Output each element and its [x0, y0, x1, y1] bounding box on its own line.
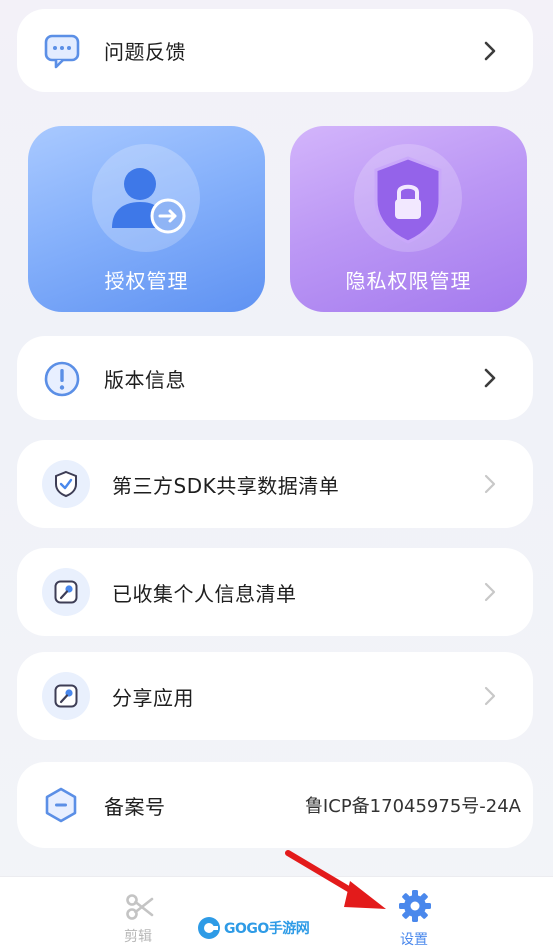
chevron-right-icon	[484, 474, 496, 494]
shield-check-icon	[42, 460, 90, 508]
user-transfer-icon	[106, 156, 196, 246]
bottom-tab-bar: 剪辑 GOGO手游网 设置	[0, 850, 553, 950]
icp-row: 备案号 鲁ICP备17045975号-24A	[17, 762, 533, 848]
authorization-card[interactable]: 授权管理	[28, 126, 265, 312]
scissors-icon	[126, 894, 154, 920]
gear-icon	[399, 890, 431, 922]
personal-info-row[interactable]: 已收集个人信息清单	[17, 548, 533, 636]
gogo-logo-icon	[198, 917, 220, 939]
icp-value: 鲁ICP备17045975号-24A	[304, 796, 521, 817]
chevron-right-icon	[484, 582, 496, 602]
feedback-row[interactable]: 问题反馈	[17, 9, 533, 92]
watermark-text: GOGO手游网	[224, 921, 310, 937]
share-app-label: 分享应用	[112, 685, 194, 710]
chevron-right-icon	[484, 368, 496, 388]
tab-settings-label: 设置	[400, 932, 428, 948]
version-row[interactable]: 版本信息	[17, 336, 533, 420]
share-app-row[interactable]: 分享应用	[17, 652, 533, 740]
privacy-label: 隐私权限管理	[345, 269, 472, 293]
personal-info-label: 已收集个人信息清单	[112, 581, 297, 606]
chevron-right-icon	[484, 41, 496, 60]
sdk-list-label: 第三方SDK共享数据清单	[112, 473, 340, 498]
tab-edit[interactable]: 剪辑	[110, 883, 170, 947]
red-arrow-annotation	[285, 850, 386, 909]
version-label: 版本信息	[104, 367, 186, 392]
hexagon-minus-icon	[42, 786, 80, 824]
privacy-card[interactable]: 隐私权限管理	[290, 126, 527, 312]
authorization-label: 授权管理	[104, 269, 189, 293]
sdk-list-row[interactable]: 第三方SDK共享数据清单	[17, 440, 533, 528]
key-icon	[42, 568, 90, 616]
chevron-right-icon	[484, 686, 496, 706]
key-icon	[42, 672, 90, 720]
icp-label: 备案号	[104, 794, 166, 819]
chat-bubble-icon	[43, 33, 81, 69]
feedback-label: 问题反馈	[104, 40, 186, 64]
shield-lock-icon	[368, 154, 448, 246]
tab-edit-label: 剪辑	[124, 929, 152, 945]
tab-settings[interactable]: 设置	[385, 883, 445, 948]
info-exclamation-icon	[43, 360, 81, 398]
